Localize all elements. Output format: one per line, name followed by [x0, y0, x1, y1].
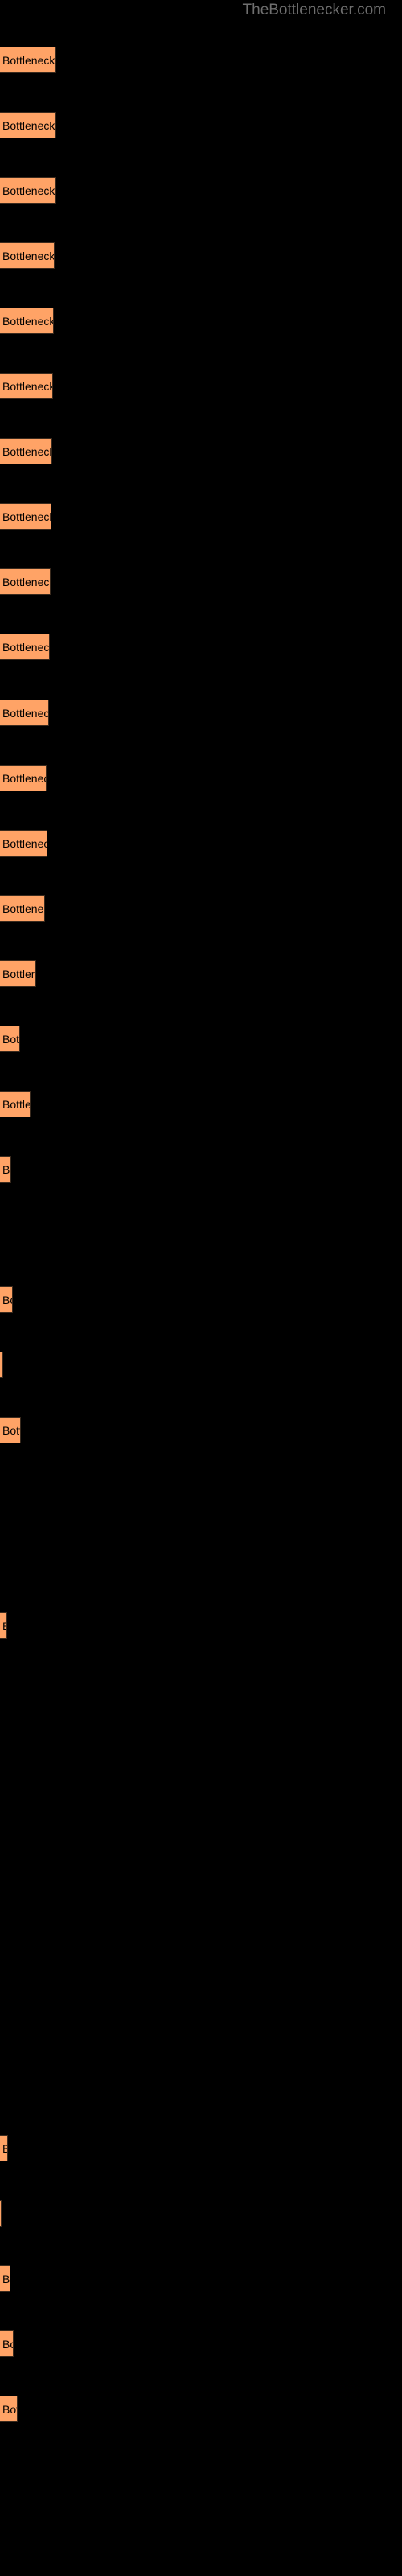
bar: Bottleneck result	[0, 634, 50, 660]
bar-row: Bottleneck result	[0, 1417, 402, 1443]
bar-row	[0, 1221, 402, 1248]
bar-row: Bottleneck result	[0, 2135, 402, 2161]
bar-label: Bottleneck result	[2, 1098, 30, 1111]
bar-row: Bottleneck result	[0, 2200, 402, 2227]
bar-label: Bottleneck result	[2, 380, 53, 393]
bar-row: Bottleneck result	[0, 960, 402, 987]
bar-row: Bottleneck result	[0, 1156, 402, 1183]
bar-label: Bottleneck result	[2, 119, 55, 132]
bar-row: Bottleneck result	[0, 634, 402, 660]
bar: Bottleneck result	[0, 373, 53, 399]
bar-label: Bottleneck result	[2, 1352, 3, 1378]
bar-label: Bottleneck result	[2, 1424, 20, 1437]
bar: Bottleneck result	[0, 308, 54, 334]
bar-label: Bottleneck result	[2, 315, 54, 328]
bar-row: Bottleneck result	[0, 308, 402, 334]
bar-label: Bottleneck result	[2, 837, 47, 850]
bar-chart: TheBottlenecker.com Bottleneck result Bot…	[0, 0, 402, 2576]
bar: Bottleneck result	[0, 503, 51, 530]
bar-label: Bottleneck result	[2, 2273, 10, 2285]
bar-row: Bottleneck result	[0, 177, 402, 204]
site-title: TheBottlenecker.com	[242, 2, 386, 19]
bar-row: Bottleneck result	[0, 2396, 402, 2422]
bar-label: Bottleneck result	[2, 968, 35, 980]
bar-row: Bottleneck result	[0, 2265, 402, 2292]
bar: Bottleneck result	[0, 2135, 8, 2161]
bar-row: Bottleneck result	[0, 503, 402, 530]
bar-label: Bottleneck result	[2, 1294, 12, 1307]
bar: Bottleneck result	[0, 1612, 7, 1639]
bar-row: Bottleneck result	[0, 112, 402, 138]
bar: Bottleneck result	[0, 1091, 31, 1117]
bar-row	[0, 1808, 402, 1835]
bar: Bottleneck result	[0, 895, 45, 922]
bar: Bottleneck result	[0, 2265, 10, 2292]
bar-label: Bottleneck result	[2, 1033, 20, 1046]
bar: Bottleneck result	[0, 765, 47, 791]
bar: Bottleneck result	[0, 2200, 2, 2227]
bar-row: Bottleneck result	[0, 895, 402, 922]
bar-label: Bottleneck result	[2, 2403, 17, 2416]
bar: Bottleneck result	[0, 177, 56, 204]
bar-row: Bottleneck result	[0, 568, 402, 595]
bar-row	[0, 1482, 402, 1509]
bar: Bottleneck result	[0, 47, 56, 73]
bar-row	[0, 1547, 402, 1574]
bar-row: Bottleneck result	[0, 47, 402, 73]
bar-label: Bottleneck result	[2, 641, 50, 654]
bar-row	[0, 2070, 402, 2096]
bar-row: Bottleneck result	[0, 2330, 402, 2357]
bar-label: Bottleneck result	[2, 772, 46, 785]
bar: Bottleneck result	[0, 1352, 3, 1378]
bar-label: Bottleneck result	[2, 2338, 13, 2351]
bar-row: Bottleneck result	[0, 700, 402, 726]
bar: Bottleneck result	[0, 568, 51, 595]
bar-row	[0, 1743, 402, 1769]
bar-row: Bottleneck result	[0, 1612, 402, 1639]
bar: Bottleneck result	[0, 1286, 13, 1313]
bar: Bottleneck result	[0, 960, 36, 987]
bar-row: Bottleneck result	[0, 438, 402, 464]
bar: Bottleneck result	[0, 2330, 14, 2357]
bar: Bottleneck result	[0, 830, 47, 857]
bar-row	[0, 1873, 402, 1900]
bar-label: Bottleneck result	[2, 2136, 7, 2161]
bar: Bottleneck result	[0, 1156, 11, 1183]
bar-label: Bottleneck result	[2, 902, 44, 915]
bar-row	[0, 1678, 402, 1704]
bar-row: Bottleneck result	[0, 765, 402, 791]
bar-row: Bottleneck result	[0, 1352, 402, 1378]
bar-label: Bottleneck result	[2, 184, 55, 197]
bar-label: Bottleneck result	[2, 250, 55, 262]
bar-label: Bottleneck result	[2, 54, 55, 67]
bar: Bottleneck result	[0, 1026, 20, 1052]
bar: Bottleneck result	[0, 2396, 18, 2422]
bar-row: Bottleneck result	[0, 1286, 402, 1313]
bar-label: Bottleneck result	[2, 445, 52, 458]
bar-row: Bottleneck result	[0, 830, 402, 857]
bar: Bottleneck result	[0, 700, 49, 726]
bar-row	[0, 1939, 402, 1966]
bar-label: Bottleneck result	[2, 707, 49, 720]
bar-label: Bottleneck result	[2, 1163, 10, 1176]
bar: Bottleneck result	[0, 1417, 21, 1443]
bar: Bottleneck result	[0, 242, 55, 269]
bar-label: Bottleneck result	[2, 576, 51, 588]
bar-row	[0, 2004, 402, 2031]
bar-row: Bottleneck result	[0, 1091, 402, 1117]
bar-row	[0, 2461, 402, 2487]
bar-label: Bottleneck result	[2, 510, 51, 523]
bar-row: Bottleneck result	[0, 1026, 402, 1052]
bar: Bottleneck result	[0, 112, 56, 138]
bar: Bottleneck result	[0, 438, 52, 464]
bar-label: Bottleneck result	[2, 1613, 6, 1638]
bar-row: Bottleneck result	[0, 242, 402, 269]
bar-row: Bottleneck result	[0, 373, 402, 399]
